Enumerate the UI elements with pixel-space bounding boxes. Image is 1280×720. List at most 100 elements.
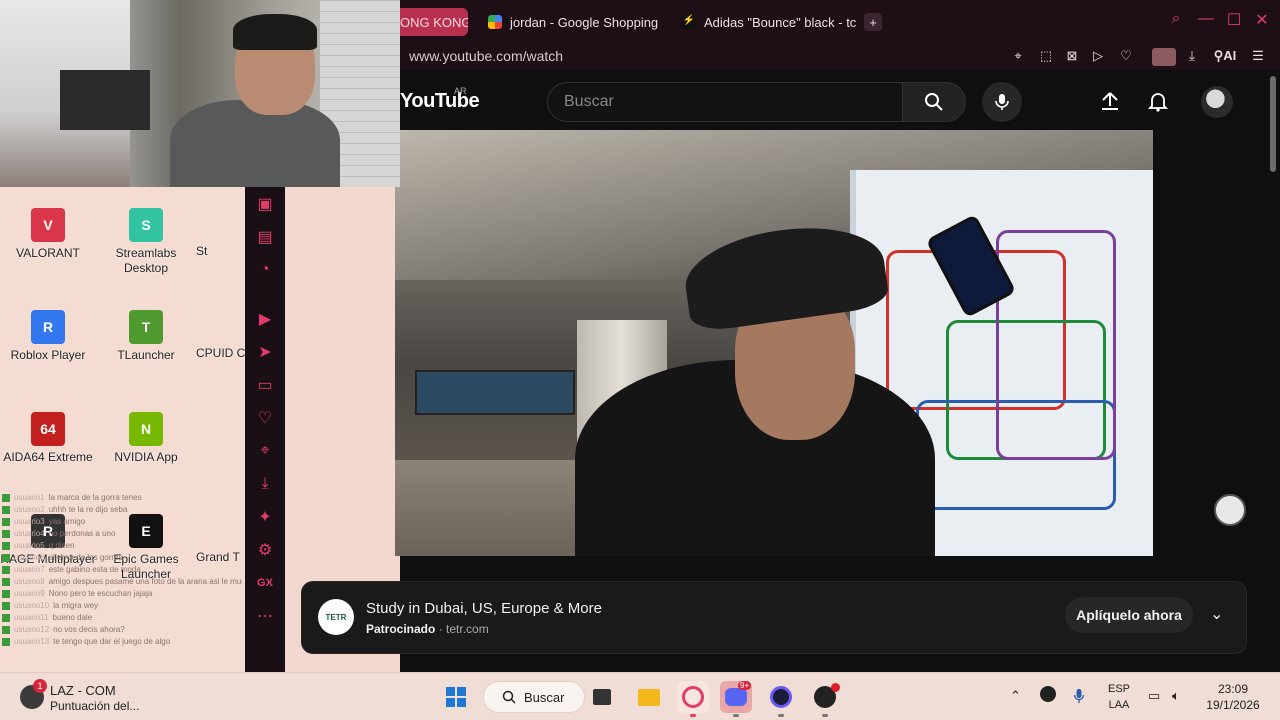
profile-avatar-icon[interactable] (1152, 48, 1176, 66)
clock[interactable]: 23:09 19/1/2026 (1201, 681, 1265, 713)
video-player[interactable] (395, 130, 1153, 556)
chat-badge-icon (2, 554, 10, 562)
new-tab-button[interactable]: + (864, 13, 882, 31)
chevron-up-icon[interactable]: ⌃ (1010, 688, 1021, 704)
search-input[interactable]: Buscar (547, 82, 903, 122)
search-icon (925, 93, 943, 111)
twitch-icon[interactable]: ▤ (245, 220, 285, 253)
download-toolbar-icon[interactable]: ⤓ (1182, 48, 1202, 66)
maximize-button[interactable]: ☐ (1222, 10, 1246, 30)
taskbar-search[interactable]: Buscar (483, 681, 585, 713)
youtube-logo[interactable]: YouTube (400, 90, 480, 113)
minimize-button[interactable]: — (1194, 10, 1218, 28)
desktop-icon-aida64[interactable]: 64 AIDA64 Extreme (0, 412, 96, 465)
play-icon[interactable]: ▷ (1088, 48, 1108, 66)
opera-icon (682, 686, 704, 708)
webcam-overlay (0, 0, 400, 187)
player-icon[interactable]: ▶ (245, 302, 285, 335)
search-button[interactable] (902, 82, 966, 122)
microphone-tray-icon[interactable] (1073, 688, 1085, 707)
obs-taskbar-button[interactable] (809, 681, 841, 713)
chat-username: usuario3 (14, 517, 45, 526)
tray-app-icon[interactable] (1040, 686, 1056, 702)
sponsored-ad-banner[interactable]: TETR Study in Dubai, US, Europe & More P… (301, 581, 1247, 654)
file-explorer-button[interactable] (633, 681, 665, 713)
folder-icon (638, 688, 660, 706)
browser-window: ONG KONG jordan - Google Shopping ⚡ Adid… (301, 0, 1280, 672)
tab-active[interactable]: ONG KONG (400, 8, 468, 36)
chat-message: usuario13 te tengo que dar el juego de al… (2, 636, 242, 648)
gx-icon[interactable]: GX (245, 566, 285, 599)
chat-badge-icon (2, 542, 10, 550)
close-button[interactable]: ✕ (1250, 10, 1274, 30)
desktop-icon-partial-2[interactable]: CPUID C (196, 346, 245, 361)
chat-text: Nono pero te escuchan jajaja (48, 589, 153, 598)
chat-username: usuario7 (14, 565, 45, 574)
chat-username: usuario2 (14, 505, 45, 514)
desktop-icon-valorant[interactable]: V VALORANT (0, 208, 96, 261)
search-icon (502, 690, 516, 704)
ad-cta-button[interactable]: Aplíquelo ahora (1065, 597, 1193, 633)
app-taskbar-button[interactable] (765, 681, 797, 713)
bookmark-heart-icon[interactable]: ♡ (1116, 48, 1136, 66)
chat-username: usuario8 (14, 577, 45, 586)
voice-search-button[interactable] (982, 82, 1022, 122)
chevron-down-icon[interactable]: ⌄ (1210, 604, 1223, 624)
ad-title[interactable]: Study in Dubai, US, Europe & More (366, 600, 602, 617)
wallet-icon[interactable]: ▭ (245, 368, 285, 401)
notifications-button[interactable] (1146, 90, 1170, 114)
desktop-icon-nvidia[interactable]: N NVIDIA App (98, 412, 194, 465)
app-indicator (778, 714, 784, 717)
search-tabs-icon[interactable]: ⌕ (1164, 10, 1188, 28)
settings-icon[interactable]: ⚙ (245, 533, 285, 566)
desktop-icon-tlauncher[interactable]: T TLauncher (98, 310, 194, 363)
chat-badge-icon (2, 578, 10, 586)
chat-username: usuario1 (14, 493, 45, 502)
account-avatar[interactable] (1201, 86, 1233, 118)
desktop-icon-streamlabs[interactable]: S Streamlabs Desktop (98, 208, 194, 276)
chat-text: uhhh te la re dijo seba (48, 505, 128, 514)
extensions-icon[interactable]: ✦ (245, 500, 285, 533)
pin-tab-icon[interactable]: ⌖ (1008, 48, 1028, 66)
url-text[interactable]: www.youtube.com/watch (409, 48, 563, 64)
messenger-icon[interactable]: ▣ (245, 187, 285, 220)
chat-username: usuario9 (14, 589, 45, 598)
tab-adidas[interactable]: ⚡ Adidas "Bounce" black - tc (682, 8, 856, 36)
desktop-icon-roblox[interactable]: R Roblox Player (0, 310, 96, 363)
page-scrollbar[interactable] (1266, 70, 1280, 672)
whatsapp-icon[interactable]: ◔ (245, 253, 285, 286)
menu-icon[interactable]: ☰ (1248, 48, 1268, 66)
aria-ai-button[interactable]: ⚲AI (1208, 48, 1242, 66)
desktop-icon-partial-1[interactable]: St (196, 244, 245, 259)
heart-icon[interactable]: ♡ (245, 401, 285, 434)
send-icon[interactable]: ➤ (245, 335, 285, 368)
chat-message: usuario1 la marca de la gorra tenes (2, 492, 242, 504)
volume-icon[interactable]: 🔈︎ (1172, 688, 1180, 704)
tab-google-shopping[interactable]: jordan - Google Shopping (488, 8, 658, 36)
start-button[interactable] (440, 681, 472, 713)
ad-meta: Patrocinado · tetr.com (366, 622, 489, 636)
opera-sidebar: ▣ ▤ ◔ ▶ ➤ ▭ ♡ ⌖ ⤓ ✦ ⚙ GX ⋯ (245, 187, 285, 672)
chat-username: usuario6 (14, 553, 45, 562)
upload-button[interactable] (1098, 90, 1122, 114)
snapshot-icon[interactable]: ⬚ (1036, 48, 1056, 66)
network-icon[interactable]: ▭ (1148, 688, 1160, 704)
chat-message: usuario5 q dicen (2, 540, 242, 552)
address-bar[interactable]: www.youtube.com/watch ⌖ ⬚ ⊠ ▷ ♡ ⤓ ⚲AI ☰ (400, 44, 1280, 70)
adblock-icon[interactable]: ⊠ (1062, 48, 1082, 66)
scrollbar-thumb[interactable] (1270, 76, 1276, 172)
chat-text: la migra wey (53, 601, 99, 610)
floating-avatar[interactable] (1214, 494, 1246, 526)
widget-badge: 1 (33, 679, 47, 693)
opera-gx-taskbar-button[interactable] (677, 681, 709, 713)
discord-taskbar-button[interactable]: 9+ (720, 681, 752, 713)
more-icon[interactable]: ⋯ (245, 599, 285, 632)
aida64-icon: 64 (31, 412, 65, 446)
language-indicator[interactable]: ESP LAA (1104, 681, 1134, 713)
chat-message: usuario6 el error de las gorras (2, 552, 242, 564)
chat-text: amigo despues pasame una foto de la aran… (48, 577, 242, 586)
pin-icon[interactable]: ⌖ (245, 434, 285, 467)
task-view-button[interactable] (586, 681, 618, 713)
download-icon[interactable]: ⤓ (245, 467, 285, 500)
app-circle-icon (770, 686, 792, 708)
